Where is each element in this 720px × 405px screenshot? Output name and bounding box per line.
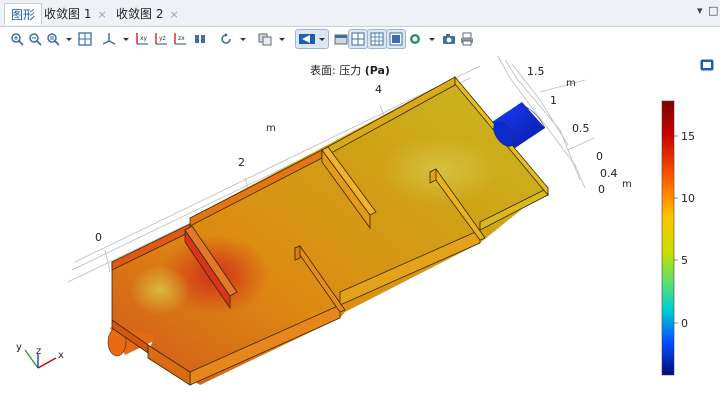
maximize-icon[interactable]: □ [708, 4, 718, 17]
graphics-toolbar: xy yz zx [0, 27, 720, 53]
svg-text:xy: xy [140, 35, 148, 42]
show-grid-icon[interactable] [348, 29, 368, 49]
chevron-down-icon[interactable] [273, 30, 285, 48]
y-axis-unit: m [566, 78, 576, 89]
select-all-icon[interactable] [256, 30, 274, 48]
svg-text:zx: zx [178, 35, 185, 42]
go-to-zx-view-icon[interactable]: zx [171, 30, 189, 48]
pressure-surface-plot[interactable]: 0 2 4 m 1.5 1 0.5 0 m 0.4 0 m x y z 15 1… [0, 54, 720, 405]
chevron-down-icon[interactable] [234, 30, 246, 48]
z-tick-label: 0.4 [600, 167, 618, 180]
triad-z-label: z [36, 346, 41, 357]
selection-mode-icon[interactable] [295, 29, 329, 49]
y-tick-label: 1.5 [527, 65, 545, 78]
tab-graphics-label: 图形 [11, 8, 36, 22]
view-icon[interactable] [191, 30, 209, 48]
triad-y-label: y [16, 342, 22, 353]
axis-orientation-icon[interactable] [100, 30, 118, 48]
close-icon[interactable]: × [97, 8, 106, 21]
z-axis-unit: m [622, 179, 632, 190]
tab-convergence-2-label: 收敛图 2 [116, 7, 164, 21]
legend-tick-label: 0 [681, 317, 688, 330]
rotate-icon[interactable] [217, 30, 235, 48]
legend-tick-label: 15 [681, 130, 695, 143]
select-domain-icon[interactable] [332, 30, 350, 48]
zoom-out-icon[interactable] [26, 30, 44, 48]
triad-x-label: x [58, 350, 64, 361]
scene-light-icon[interactable] [386, 29, 406, 49]
legend-tick-label: 10 [681, 192, 695, 205]
go-to-yz-view-icon[interactable]: yz [152, 30, 170, 48]
x-tick-label: 0 [95, 231, 102, 244]
print-icon[interactable] [458, 30, 476, 48]
y-tick-label: 0 [596, 150, 603, 163]
zoom-extents-icon[interactable] [76, 30, 94, 48]
transparency-icon[interactable] [406, 30, 424, 48]
z-tick-label: 0 [598, 183, 605, 196]
snapshot-icon[interactable] [440, 30, 458, 48]
tab-convergence-1-label: 收敛图 1 [44, 7, 92, 21]
x-tick-label: 2 [238, 156, 245, 169]
zoom-in-icon[interactable] [8, 30, 26, 48]
x-tick-label: 4 [375, 83, 382, 96]
legend-tick-label: 5 [681, 254, 688, 267]
show-axis-icon[interactable] [367, 29, 387, 49]
color-legend: 15 10 5 0 [661, 100, 695, 376]
go-to-xy-view-icon[interactable]: xy [133, 30, 151, 48]
tab-convergence-2[interactable]: 收敛图 2 × [110, 3, 185, 25]
x-axis-unit: m [266, 123, 276, 134]
coordinate-triad: x y z [16, 342, 64, 369]
chevron-down-icon[interactable] [60, 30, 72, 48]
tab-list-menu-icon[interactable]: ▾ [697, 4, 703, 17]
y-tick-label: 0.5 [572, 122, 590, 135]
chevron-down-icon[interactable] [117, 30, 129, 48]
tab-convergence-1[interactable]: 收敛图 1 × [38, 3, 113, 25]
tab-graphics[interactable]: 图形 [4, 3, 43, 25]
svg-text:yz: yz [159, 35, 166, 42]
tab-bar: 图形 收敛图 1 × 收敛图 2 × ▾ □ [0, 0, 720, 27]
y-tick-label: 1 [550, 94, 557, 107]
chevron-down-icon[interactable] [423, 30, 435, 48]
close-icon[interactable]: × [169, 8, 178, 21]
